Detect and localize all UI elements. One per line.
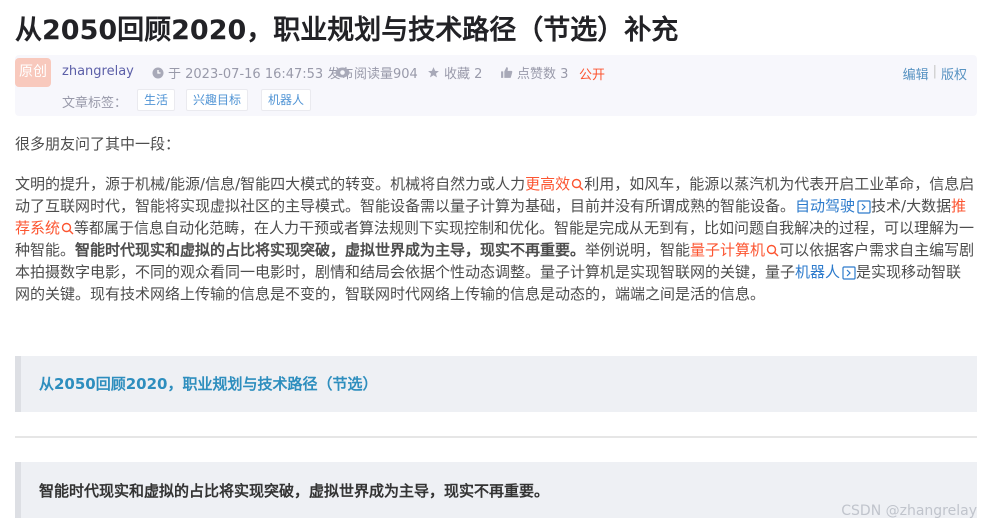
eye-icon xyxy=(335,67,350,78)
view-count: 阅读量904 xyxy=(335,63,418,82)
watermark: CSDN @zhangrelay xyxy=(841,503,977,519)
star-icon xyxy=(428,67,439,78)
like-count[interactable]: 点赞数 3 xyxy=(500,63,568,82)
quote-text: 智能时代现实和虚拟的占比将实现突破，虚拟世界成为主导，现实不再重要。 xyxy=(39,482,550,500)
keyword-text: 量子计算机 xyxy=(690,241,766,259)
source-article-link[interactable]: 从2050回顾2020，职业规划与技术路径（节选） xyxy=(39,373,378,394)
tags-label: 文章标签： xyxy=(62,96,128,111)
visibility-status: 公开 xyxy=(579,68,606,83)
external-link-icon xyxy=(842,266,856,280)
clock-icon xyxy=(152,67,164,78)
keyword-link-autodrive[interactable]: 自动驾驶 xyxy=(795,197,871,215)
divider xyxy=(15,436,977,438)
article-title: 从2050回顾2020，职业规划与技术路径（节选）补充 xyxy=(15,15,679,46)
paragraph-text: 举例说明，智能 xyxy=(585,241,691,259)
keyword-link-robot[interactable]: 机器人 xyxy=(795,263,856,281)
blockquote-link: 从2050回顾2020，职业规划与技术路径（节选） xyxy=(15,356,977,412)
search-icon xyxy=(766,244,779,257)
paragraph-text: 技术/大数据 xyxy=(871,197,952,215)
original-badge: 原创 xyxy=(15,58,51,87)
tag-interest-goal[interactable]: 兴趣目标 xyxy=(186,89,249,111)
publish-time-text: 于 2023-07-16 16:47:53 发布 xyxy=(168,67,354,82)
article-meta-bar: 原创 zhangrelay 于 2023-07-16 16:47:53 发布 阅… xyxy=(15,55,977,116)
view-count-text: 阅读量904 xyxy=(354,67,418,82)
like-count-text: 点赞数 3 xyxy=(517,67,569,82)
edit-link[interactable]: 编辑 xyxy=(903,64,929,83)
external-link-icon xyxy=(857,200,871,214)
favorite-count-text: 收藏 2 xyxy=(444,67,483,82)
keyword-link-efficiency[interactable]: 更高效 xyxy=(525,175,584,193)
keyword-link-quantum[interactable]: 量子计算机 xyxy=(690,241,779,259)
search-icon xyxy=(571,178,584,191)
favorite-count[interactable]: 收藏 2 xyxy=(427,63,482,82)
bold-statement: 智能时代现实和虚拟的占比将实现突破，虚拟世界成为主导，现实不再重要。 xyxy=(75,241,586,259)
article-actions: 编辑 | 版权 xyxy=(903,64,967,83)
tag-life[interactable]: 生活 xyxy=(137,89,176,111)
paragraph-text: 文明的提升，源于机械/能源/信息/智能四大模式的转变。机械将自然力或人力 xyxy=(15,175,526,193)
copyright-link[interactable]: 版权 xyxy=(941,64,967,83)
blockquote-statement: 智能时代现实和虚拟的占比将实现突破，虚拟世界成为主导，现实不再重要。 xyxy=(15,462,977,518)
search-icon xyxy=(61,222,74,235)
author-link[interactable]: zhangrelay xyxy=(62,64,134,79)
keyword-text: 机器人 xyxy=(795,263,841,281)
keyword-text: 更高效 xyxy=(525,175,571,193)
thumbs-up-icon xyxy=(501,67,513,78)
publish-time: 于 2023-07-16 16:47:53 发布 xyxy=(152,63,353,82)
actions-separator: | xyxy=(932,64,937,79)
intro-paragraph: 很多朋友问了其中一段： xyxy=(15,135,181,153)
main-paragraph: 文明的提升，源于机械/能源/信息/智能四大模式的转变。机械将自然力或人力更高效利… xyxy=(15,173,975,305)
tag-robot[interactable]: 机器人 xyxy=(261,89,312,111)
keyword-text: 自动驾驶 xyxy=(795,197,856,215)
